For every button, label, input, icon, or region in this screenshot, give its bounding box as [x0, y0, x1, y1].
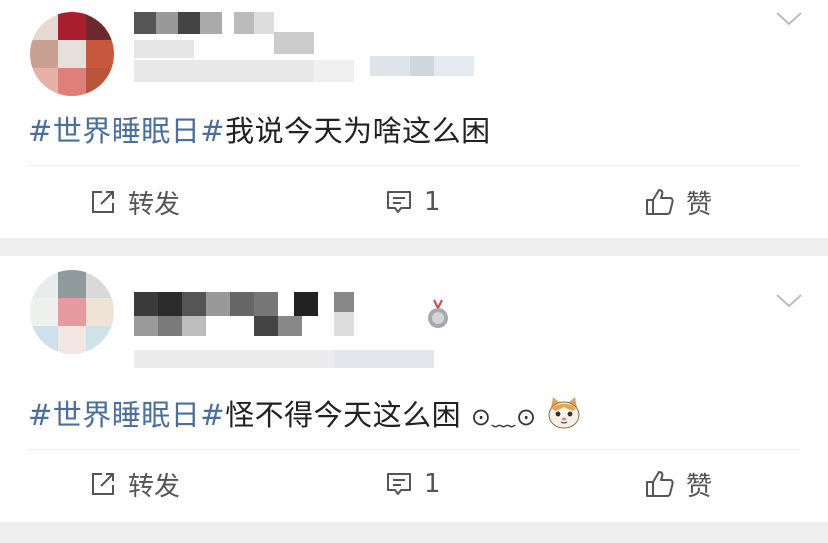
chevron-down-icon[interactable]: [774, 10, 804, 28]
comment-count: 1: [424, 187, 441, 217]
like-label: 赞: [686, 189, 713, 220]
feed-separator: [0, 522, 828, 543]
repost-button[interactable]: 转发: [88, 454, 180, 514]
repost-button[interactable]: 转发: [88, 172, 180, 232]
avatar-blurred[interactable]: [30, 12, 114, 96]
hashtag-link[interactable]: #世界睡眠日#: [28, 114, 225, 148]
hashtag-link[interactable]: #世界睡眠日#: [28, 398, 225, 432]
post-content: #世界睡眠日#我说今天为啥这么困: [28, 108, 491, 150]
comment-count: 1: [424, 469, 441, 499]
comment-bubble-icon: [384, 187, 414, 217]
post-text: 我说今天为啥这么困: [225, 114, 491, 148]
cat-face-sticker-icon: [546, 395, 582, 431]
comment-button[interactable]: 1: [384, 454, 441, 514]
like-label: 赞: [686, 471, 713, 502]
weibo-post-2: #世界睡眠日#怪不得今天这么困 ⊙﹏⊙ 转发 1 赞: [0, 256, 828, 522]
repost-label: 转发: [128, 471, 181, 502]
comment-bubble-icon: [384, 469, 414, 499]
action-bar: 转发 1 赞: [0, 454, 828, 514]
share-square-icon: [88, 469, 118, 499]
post-text: 怪不得今天这么困: [225, 398, 462, 432]
action-bar: 转发 1 赞: [0, 172, 828, 232]
weibo-post-1: #世界睡眠日#我说今天为啥这么困 转发 1 赞: [0, 0, 828, 238]
thumbs-up-icon: [644, 468, 676, 500]
share-square-icon: [88, 187, 118, 217]
repost-label: 转发: [128, 189, 181, 220]
comment-button[interactable]: 1: [384, 172, 441, 232]
divider: [28, 165, 800, 166]
chevron-down-icon[interactable]: [774, 292, 804, 310]
like-button[interactable]: 赞: [644, 454, 712, 514]
post-content: #世界睡眠日#怪不得今天这么困 ⊙﹏⊙: [28, 392, 582, 434]
avatar-blurred[interactable]: [30, 270, 114, 354]
level-badge-icon: [426, 298, 450, 330]
divider: [28, 449, 800, 450]
thumbs-up-icon: [644, 186, 676, 218]
emoticon-text: ⊙﹏⊙: [470, 403, 537, 431]
like-button[interactable]: 赞: [644, 172, 712, 232]
feed-separator: [0, 238, 828, 256]
